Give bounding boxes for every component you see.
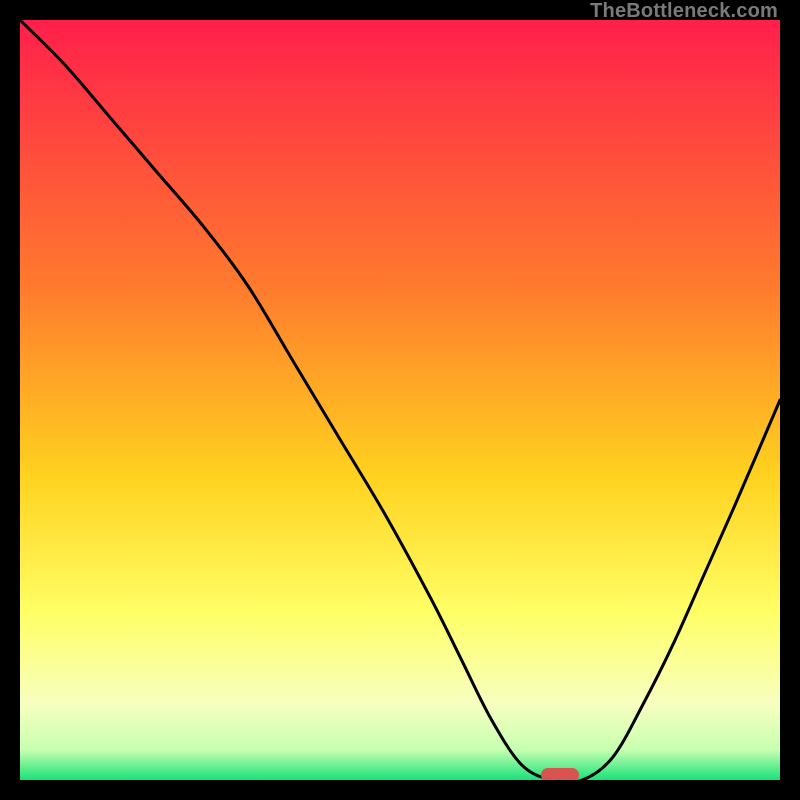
- bottleneck-curve: [20, 20, 780, 780]
- chart-frame: TheBottleneck.com: [0, 0, 800, 800]
- optimal-marker: [541, 768, 579, 780]
- watermark-text: TheBottleneck.com: [590, 0, 778, 23]
- plot-area: [20, 20, 780, 780]
